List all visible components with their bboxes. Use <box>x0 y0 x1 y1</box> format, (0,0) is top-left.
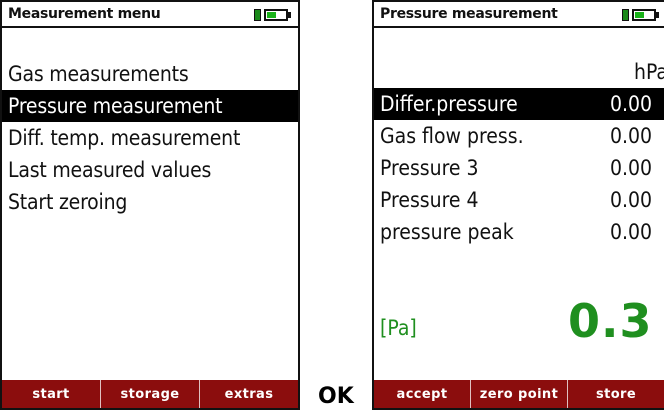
menu-item-pressure-measurement[interactable]: Pressure measurement <box>2 90 298 122</box>
battery-icon <box>254 8 294 22</box>
title-bar: Measurement menu <box>2 2 298 28</box>
reading-label: Pressure 3 <box>380 156 479 180</box>
measurement-menu-screen: Measurement menu Gas measurements Pressu… <box>0 0 300 410</box>
reading-value: 0.00 <box>610 220 653 244</box>
softkey-bar: accept zero point store <box>374 380 664 408</box>
reading-label: pressure peak <box>380 220 514 244</box>
reading-value: 0.00 <box>610 188 653 212</box>
battery-icon <box>622 8 662 22</box>
zero-point-button[interactable]: zero point <box>470 380 567 408</box>
big-unit-label: [Pa] <box>380 316 417 340</box>
plug-icon <box>254 9 261 21</box>
reading-value: 0.00 <box>610 92 653 116</box>
ok-key-label: OK <box>318 384 354 409</box>
accept-button[interactable]: accept <box>374 380 470 408</box>
screen-title: Measurement menu <box>8 6 161 22</box>
menu-item-gas-measurements[interactable]: Gas measurements <box>2 58 298 90</box>
extras-button[interactable]: extras <box>199 380 298 408</box>
unit-label: hPa <box>633 60 664 84</box>
reading-value: 0.00 <box>610 156 653 180</box>
readings-list: hPa Differ.pressure 0.00 Gas flow press.… <box>374 60 664 248</box>
page: Measurement menu Gas measurements Pressu… <box>0 0 664 410</box>
big-value-display: 0.3 <box>568 294 653 348</box>
menu-item-last-measured-values[interactable]: Last measured values <box>2 154 298 186</box>
battery-cell <box>632 9 656 21</box>
pressure-measurement-screen: Pressure measurement hPa Differ.pressure… <box>372 0 664 410</box>
reading-row-pressure-peak[interactable]: pressure peak 0.00 <box>374 216 664 248</box>
reading-row-pressure-3[interactable]: Pressure 3 0.00 <box>374 152 664 184</box>
store-button[interactable]: store <box>567 380 664 408</box>
menu-item-diff-temp-measurement[interactable]: Diff. temp. measurement <box>2 122 298 154</box>
battery-cell <box>264 9 288 21</box>
reading-label: Pressure 4 <box>380 188 479 212</box>
softkey-bar: start storage extras <box>2 380 298 408</box>
title-bar: Pressure measurement <box>374 2 664 28</box>
reading-row-pressure-4[interactable]: Pressure 4 0.00 <box>374 184 664 216</box>
plug-icon <box>622 9 629 21</box>
reading-value: 0.00 <box>610 124 653 148</box>
menu-item-start-zeroing[interactable]: Start zeroing <box>2 186 298 218</box>
reading-row-gas-flow-press[interactable]: Gas flow press. 0.00 <box>374 120 664 152</box>
reading-row-differ-pressure[interactable]: Differ.pressure 0.00 <box>374 88 664 120</box>
storage-button[interactable]: storage <box>100 380 199 408</box>
reading-label: Gas flow press. <box>380 124 524 148</box>
menu-list: Gas measurements Pressure measurement Di… <box>2 58 298 218</box>
reading-label: Differ.pressure <box>380 92 518 116</box>
start-button[interactable]: start <box>2 380 100 408</box>
screen-title: Pressure measurement <box>380 6 558 22</box>
